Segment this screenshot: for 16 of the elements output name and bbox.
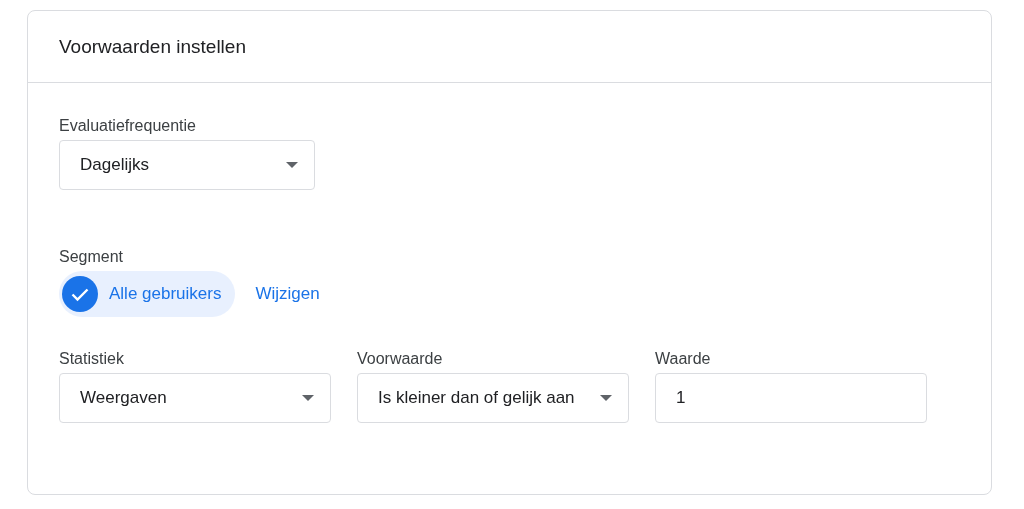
card-title: Voorwaarden instellen — [59, 35, 246, 58]
field-label: Voorwaarde — [357, 350, 443, 368]
input-field[interactable]: 1 — [655, 373, 927, 423]
segment-chip[interactable]: Alle gebruikers — [59, 271, 236, 317]
dropdown-field[interactable]: Weergaven — [59, 373, 331, 423]
field-label: Evaluatiefrequentie — [59, 117, 196, 135]
field-label: Waarde — [655, 350, 711, 368]
dropdown-field[interactable]: Is kleiner dan of gelijk aan — [357, 373, 629, 423]
caret-icon — [600, 395, 612, 401]
caret-icon — [286, 162, 298, 168]
caret-icon — [302, 395, 314, 401]
frequency-dropdown[interactable]: Dagelijks — [59, 140, 315, 190]
field-label: Segment — [59, 248, 124, 266]
check-icon — [62, 276, 98, 312]
field-label: Statistiek — [59, 350, 124, 368]
change-link[interactable]: Wijzigen — [255, 284, 320, 304]
